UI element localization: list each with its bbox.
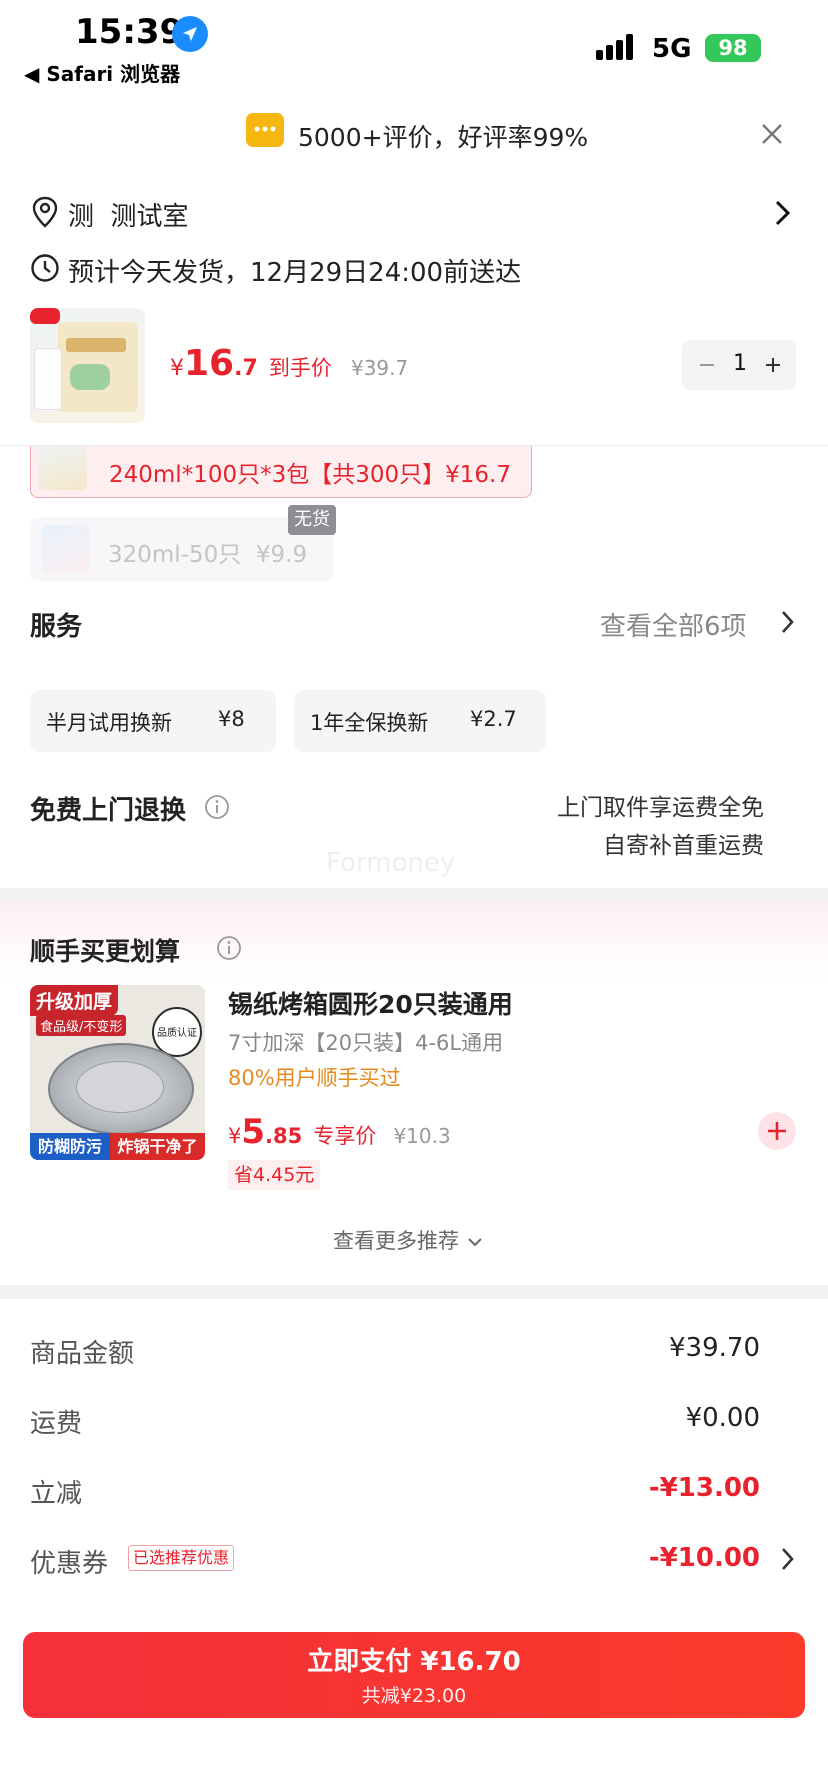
free-return-title: 免费上门退换 <box>30 796 187 826</box>
pay-now-savings: 共减¥23.00 <box>361 1685 467 1707</box>
location-pin-icon <box>30 196 60 228</box>
addon-product-image[interactable]: 升级加厚 食品级/不变形 品质认证 防糊防污 炸锅干净了 <box>30 985 205 1160</box>
service-option-warranty[interactable]: 1年全保换新 ¥2.7 <box>294 690 546 752</box>
addon-save-badge: 省4.45元 <box>228 1160 321 1190</box>
original-price: ¥10.3 <box>393 1124 451 1148</box>
location-arrow-icon <box>172 16 208 52</box>
pay-now-button[interactable]: 立即支付 ¥16.70 共减¥23.00 <box>23 1632 805 1718</box>
price-integer: 5 <box>241 1112 266 1152</box>
network-type: 5G <box>652 34 692 64</box>
review-banner-text: 5000+评价，好评率99% <box>298 123 589 152</box>
chevron-right-icon[interactable] <box>778 608 798 636</box>
clock-icon <box>30 253 60 283</box>
product-thumbnail <box>30 308 145 423</box>
more-recommendations-label: 查看更多推荐 <box>333 1229 459 1253</box>
service-option-name: 半月试用换新 <box>46 711 172 735</box>
address-text[interactable]: 测 测试室 <box>68 196 189 233</box>
addon-product-spec: 7寸加深【20只装】4-6L通用 <box>228 1031 504 1055</box>
summary-value-discount: -¥13.00 <box>648 1473 760 1503</box>
variant-thumbnail <box>39 446 87 490</box>
price-decimal: .7 <box>234 356 258 381</box>
quantity-stepper: 1 <box>682 340 796 390</box>
service-option-trial[interactable]: 半月试用换新 ¥8 <box>30 690 276 752</box>
image-top-caption: 升级加厚 <box>30 985 119 1016</box>
original-price: ¥39.7 <box>350 356 409 380</box>
out-of-stock-badge: 无货 <box>288 505 336 535</box>
signal-icon <box>596 32 640 62</box>
product-price: ¥16.7 到手价 ¥39.7 <box>170 343 408 384</box>
coupon-recommended-tag: 已选推荐优惠 <box>128 1545 235 1571</box>
price-decimal: .85 <box>265 1124 303 1148</box>
increase-button[interactable] <box>762 352 784 378</box>
free-return-line1: 上门取件享运费全免 <box>557 795 764 821</box>
addon-product-title[interactable]: 锡纸烤箱圆形20只装通用 <box>228 985 513 1021</box>
decrease-button[interactable] <box>696 352 718 378</box>
delivery-estimate: 预计今天发货，12月29日24:00前送达 <box>68 258 522 288</box>
section-separator <box>0 1285 828 1299</box>
addon-section-title: 顺手买更划算 <box>30 937 181 966</box>
variant-thumbnail <box>42 525 90 573</box>
watermark: Formoney <box>326 848 456 878</box>
close-icon[interactable] <box>757 119 787 149</box>
pay-now-label: 立即支付 ¥16.70 <box>307 1647 521 1677</box>
battery-icon: 98 <box>705 34 761 62</box>
service-option-name: 1年全保换新 <box>310 711 429 735</box>
info-icon[interactable] <box>204 794 230 820</box>
price-symbol: ¥ <box>228 1124 242 1148</box>
variant-label: 240ml*100只*3包【共300只】¥16.7 <box>109 462 511 488</box>
back-to-safari-link[interactable]: ◀ Safari 浏览器 <box>24 58 180 87</box>
add-to-order-button[interactable] <box>758 1112 796 1150</box>
service-title: 服务 <box>30 612 83 642</box>
free-return-line2: 自寄补首重运费 <box>603 833 764 859</box>
variant-option-selected[interactable]: 240ml*100只*3包【共300只】¥16.7 <box>30 446 532 498</box>
info-icon[interactable] <box>216 935 242 961</box>
image-bottom-left-caption: 防糊防污 <box>30 1133 110 1160</box>
coupon-chevron-right-icon[interactable] <box>778 1545 798 1573</box>
variant-label: 320ml-50只 ¥9.9 <box>108 542 308 568</box>
summary-label-shipping: 运费 <box>30 1409 83 1439</box>
summary-value-shipping: ¥0.00 <box>685 1403 760 1433</box>
service-option-price: ¥2.7 <box>470 707 517 731</box>
summary-label-goods: 商品金额 <box>30 1339 135 1369</box>
addon-social-proof: 80%用户顺手买过 <box>228 1066 401 1090</box>
status-time: 15:39 <box>75 12 184 52</box>
service-view-all-link[interactable]: 查看全部6项 <box>600 606 747 643</box>
more-recommendations-link[interactable]: 查看更多推荐 <box>333 1225 484 1255</box>
service-option-price: ¥8 <box>218 707 245 731</box>
summary-value-goods: ¥39.70 <box>669 1333 760 1363</box>
summary-label-coupon: 优惠券 <box>30 1549 109 1579</box>
image-sub-caption: 食品级/不变形 <box>36 1015 127 1036</box>
summary-value-coupon[interactable]: -¥10.00 <box>649 1543 760 1573</box>
price-label: 专享价 <box>313 1124 377 1148</box>
quality-badge-text: 品质认证 <box>157 1028 197 1039</box>
review-chat-icon <box>246 113 284 147</box>
addon-price: ¥5.85 专享价 ¥10.3 <box>228 1112 451 1152</box>
address-chevron-right-icon[interactable] <box>772 198 794 228</box>
chevron-down-icon <box>466 1235 484 1249</box>
price-integer: 16 <box>184 343 235 384</box>
summary-label-discount: 立减 <box>30 1479 83 1509</box>
section-separator <box>0 888 828 900</box>
image-bottom-right-caption: 炸锅干净了 <box>110 1133 205 1160</box>
price-label: 到手价 <box>268 356 332 380</box>
quantity-value[interactable]: 1 <box>730 351 750 376</box>
foil-pan-inner <box>76 1061 164 1113</box>
battery-level: 98 <box>718 36 748 60</box>
price-symbol: ¥ <box>170 356 184 381</box>
